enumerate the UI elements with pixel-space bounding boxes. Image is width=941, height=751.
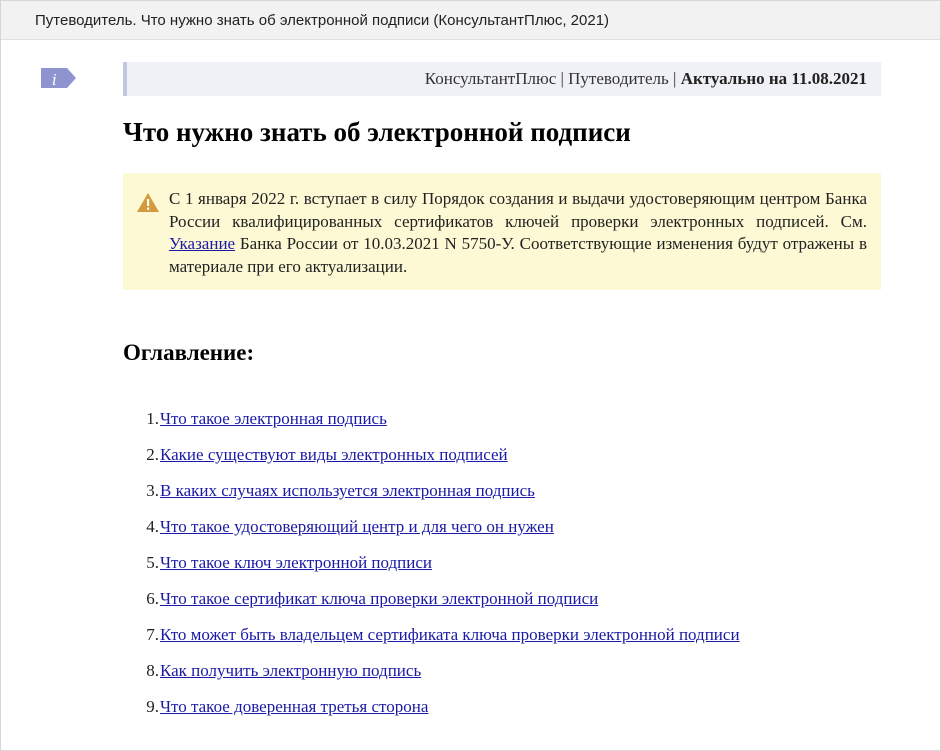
source-label: КонсультантПлюс: [424, 69, 557, 88]
toc-number: 7.: [146, 625, 159, 644]
toc-number: 3.: [146, 481, 159, 500]
warning-icon: [136, 192, 160, 213]
toc-link[interactable]: Что такое электронная подпись: [160, 407, 387, 431]
toc-number: 5.: [146, 553, 159, 572]
toc-heading: Оглавление:: [123, 340, 255, 365]
toc-link[interactable]: Как получить электронную подпись: [160, 659, 421, 683]
window-title: Путеводитель. Что нужно знать об электро…: [35, 12, 610, 29]
toc-link[interactable]: Что такое удостоверяющий центр и для чег…: [160, 515, 554, 539]
separator: |: [556, 69, 569, 88]
document-header: КонсультантПлюс | Путеводитель | Актуаль…: [123, 62, 881, 96]
warning-text-end: Банка России от 10.03.2021 N 5750-У. Соо…: [169, 234, 867, 276]
document-window: Путеводитель. Что нужно знать об электро…: [0, 0, 941, 751]
toc-link[interactable]: Что такое ключ электронной подписи: [160, 551, 432, 575]
info-icon[interactable]: i: [41, 68, 76, 92]
toc-link[interactable]: Какие существуют виды электронных подпис…: [160, 443, 508, 467]
toc-link[interactable]: Что такое сертификат ключа проверки элек…: [160, 587, 598, 611]
toc-number: 9.: [146, 697, 159, 716]
toc-number: 2.: [146, 445, 159, 464]
actual-date: Актуально на 11.08.2021: [680, 69, 867, 88]
separator: |: [668, 69, 681, 88]
warning-notice: С 1 января 2022 г. вступает в силу Поряд…: [123, 173, 881, 290]
warning-text: С 1 января 2022 г. вступает в силу Поряд…: [169, 188, 867, 278]
document-meta: КонсультантПлюс | Путеводитель | Актуаль…: [425, 69, 867, 89]
toc-number: 6.: [146, 589, 159, 608]
svg-text:i: i: [52, 71, 57, 89]
toc-link[interactable]: В каких случаях используется электронная…: [160, 479, 535, 503]
warning-text-start: С 1 января 2022 г. вступает в силу Поряд…: [169, 189, 867, 231]
toc-number: 8.: [146, 661, 159, 680]
section-label: Путеводитель: [568, 69, 669, 88]
toc-number: 4.: [146, 517, 159, 536]
toc-link[interactable]: Кто может быть владельцем сертификата кл…: [160, 623, 740, 647]
toc-link[interactable]: Что такое доверенная третья сторона: [160, 695, 428, 719]
warning-link[interactable]: Указание: [169, 234, 235, 253]
page-title: Что нужно знать об электронной подписи: [123, 117, 631, 147]
toc-number: 1.: [146, 409, 159, 428]
title-bar: Путеводитель. Что нужно знать об электро…: [1, 1, 940, 40]
